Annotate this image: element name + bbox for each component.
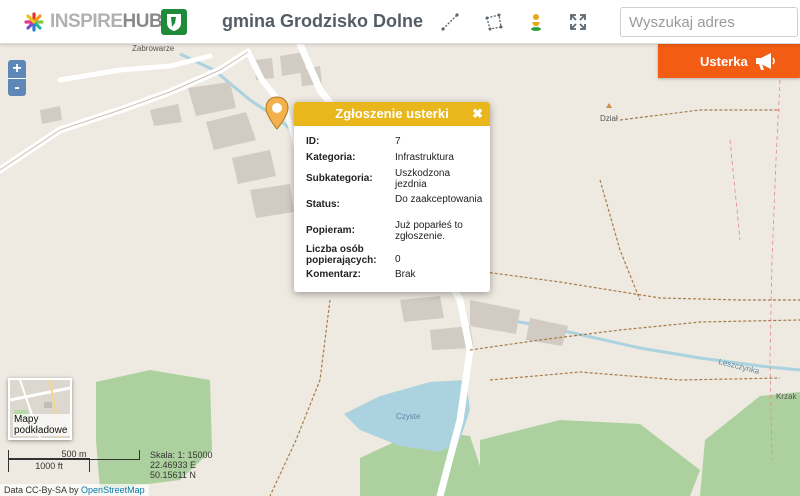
cursor-longitude: 22.46933 E [150,460,197,470]
openstreetmap-link[interactable]: OpenStreetMap [81,485,145,495]
report-fault-label: Usterka [700,53,748,69]
top-bar: INSPIREHUB gmina Grodzisko Dolne [0,0,800,44]
map-label-krzak: Krzak [776,392,797,401]
inspirehub-logo[interactable]: INSPIREHUB [24,10,163,34]
popup-close-button[interactable]: ✖ [472,102,483,126]
report-fault-button[interactable]: Usterka [658,44,800,78]
popup-value: Brak [395,269,416,280]
popup-value: Już poparłeś to zgłoszenie. [395,220,463,242]
zoom-out-button[interactable]: - [8,78,26,96]
popup-value: Infrastruktura [395,152,454,163]
popup-value: Uszkodzona jezdnia [395,168,451,190]
zoom-in-button[interactable]: + [8,60,26,78]
location-icon[interactable] [526,12,546,32]
popup-header: Zgłoszenie usterki ✖ [294,102,490,126]
popup-key: Kategoria: [306,152,356,163]
popup-key: Status: [306,199,340,210]
map-marker-icon[interactable] [264,96,290,130]
popup-key: Subkategoria: [306,173,373,184]
megaphone-icon [756,53,775,70]
page-title: gmina Grodzisko Dolne [222,11,424,31]
popup-value: 0 [395,254,401,265]
fault-report-popup: Zgłoszenie usterki ✖ ID: 7 Kategoria: In… [294,102,490,292]
popup-title: Zgłoszenie usterki [335,106,449,121]
fullscreen-icon[interactable] [568,12,588,32]
map-label-zabrowarze: Zabrowarze [132,44,175,53]
popup-value: Do zaakceptowania [395,194,483,205]
municipality-crest-icon [161,9,187,35]
measure-line-icon[interactable] [440,12,460,32]
popup-key: ID: [306,136,320,147]
zoom-control: + - [8,60,26,96]
popup-key: Komentarz: [306,269,362,280]
cursor-latitude: 50.15611 N [150,470,196,480]
map-label-czyste: Czyste [396,412,421,421]
scale-imperial: 1000 ft [8,458,90,472]
map-label-dzial: Dział [600,114,618,123]
popup-value: 7 [395,136,401,147]
popup-key: Popieram: [306,225,355,236]
scale-ratio: Skala: 1: 15000 [150,450,213,460]
measure-area-icon[interactable] [484,12,504,32]
map-attribution: Data CC-By-SA by OpenStreetMap [0,484,149,496]
basemap-switcher-button[interactable]: Mapy podkładowe [8,378,72,440]
popup-key: Liczba osób popierających: [306,244,377,266]
scale-info: Skala: 1: 15000 22.46933 E 50.15611 N [150,450,213,480]
inspirehub-logo-icon [24,12,44,32]
logo-text-hub: HUB [122,11,163,32]
logo-text-inspire: INSPIRE [50,11,123,32]
basemap-label: Mapy podkładowe [13,414,70,436]
address-search-input[interactable] [620,7,798,37]
attribution-prefix: Data CC-By-SA by [4,485,79,495]
